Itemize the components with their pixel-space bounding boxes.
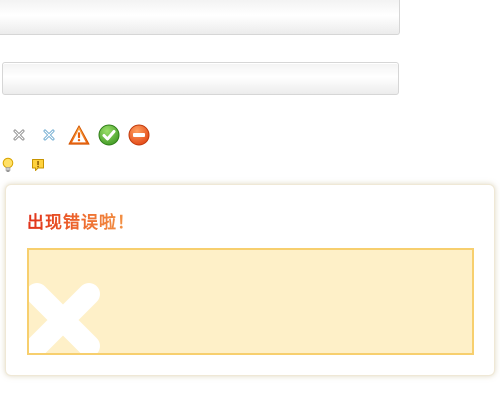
text-input-field[interactable] (2, 62, 399, 95)
top-input-field[interactable] (0, 0, 400, 35)
close-x-blue-icon[interactable] (38, 124, 60, 146)
success-check-icon (98, 124, 120, 146)
error-title: 出现错误啦！ (27, 208, 135, 233)
close-x-icon[interactable] (8, 124, 30, 146)
alert-note-icon (30, 154, 46, 176)
tip-icons-row (0, 155, 54, 175)
error-panel: 出现错误啦！ (5, 184, 495, 376)
error-message-box (27, 248, 474, 355)
error-x-icon (29, 283, 100, 353)
warning-triangle-icon (68, 124, 90, 146)
stop-minus-icon (128, 124, 150, 146)
status-icons-row (8, 124, 158, 146)
lightbulb-tip-icon (0, 154, 16, 176)
